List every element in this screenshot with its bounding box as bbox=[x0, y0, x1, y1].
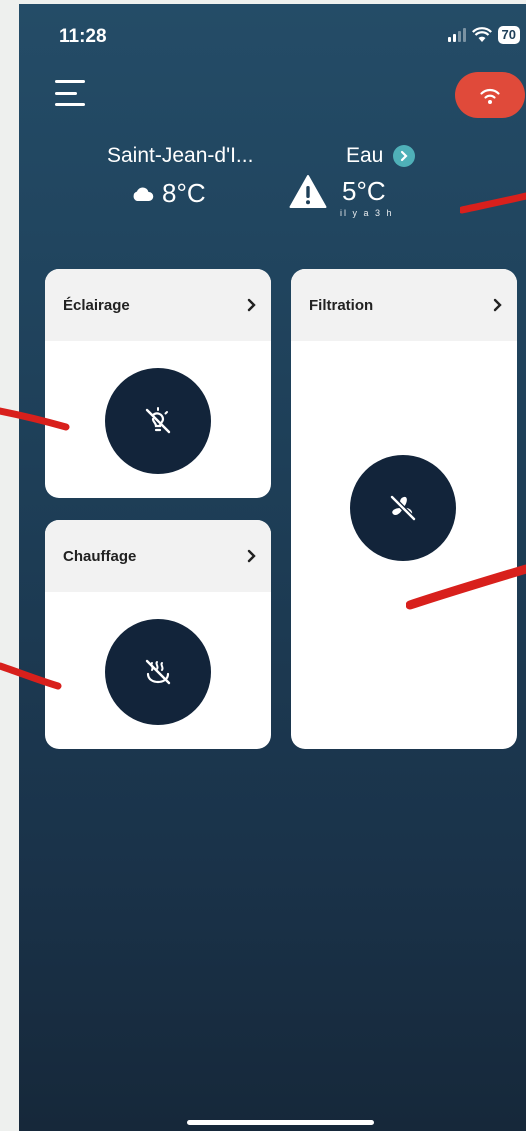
cloud-icon bbox=[133, 186, 154, 201]
heating-card[interactable]: Chauffage bbox=[45, 520, 271, 749]
water-label: Eau bbox=[346, 144, 384, 167]
filtration-card-title: Filtration bbox=[309, 296, 374, 314]
air-temperature-value: 8°C bbox=[162, 178, 206, 208]
wifi-icon bbox=[480, 88, 500, 104]
filtration-card[interactable]: Filtration bbox=[291, 269, 517, 749]
status-time: 11:28 bbox=[59, 26, 107, 47]
heating-card-header[interactable]: Chauffage bbox=[45, 520, 271, 592]
red-annotation-mark bbox=[460, 192, 526, 214]
chevron-right-icon bbox=[393, 145, 416, 167]
lightbulb-off-icon bbox=[145, 407, 171, 434]
chevron-right-icon bbox=[247, 298, 256, 312]
lighting-toggle[interactable] bbox=[105, 368, 211, 474]
red-annotation-mark bbox=[0, 407, 70, 431]
wifi-status-icon bbox=[471, 27, 492, 42]
lighting-card-title: Éclairage bbox=[63, 296, 130, 314]
home-indicator[interactable] bbox=[187, 1120, 374, 1125]
red-annotation-mark bbox=[406, 564, 526, 610]
heating-card-title: Chauffage bbox=[63, 547, 137, 565]
city-name[interactable]: Saint-Jean-d'I... bbox=[107, 144, 253, 168]
chevron-right-icon bbox=[493, 298, 502, 312]
cellular-signal-icon bbox=[447, 28, 466, 42]
chevron-right-icon bbox=[247, 549, 256, 563]
lighting-card[interactable]: Éclairage bbox=[45, 269, 271, 498]
battery-level: 70 bbox=[497, 26, 520, 44]
water-link[interactable]: Eau bbox=[346, 144, 416, 168]
red-annotation-mark bbox=[0, 662, 62, 690]
filtration-card-header[interactable]: Filtration bbox=[291, 269, 517, 341]
air-temperature: 8°C bbox=[132, 178, 206, 209]
heating-off-icon bbox=[145, 659, 171, 685]
water-temperature: 5°C bbox=[342, 176, 386, 206]
water-updated-time: il y a 3 h bbox=[340, 208, 394, 218]
warning-icon bbox=[289, 175, 327, 208]
lighting-card-header[interactable]: Éclairage bbox=[45, 269, 271, 341]
hamburger-menu-icon[interactable] bbox=[55, 80, 85, 106]
filtration-toggle[interactable] bbox=[350, 455, 456, 561]
fan-off-icon bbox=[389, 494, 417, 522]
heating-toggle[interactable] bbox=[105, 619, 211, 725]
connection-button[interactable] bbox=[455, 72, 525, 118]
status-icons: 70 bbox=[447, 26, 520, 44]
